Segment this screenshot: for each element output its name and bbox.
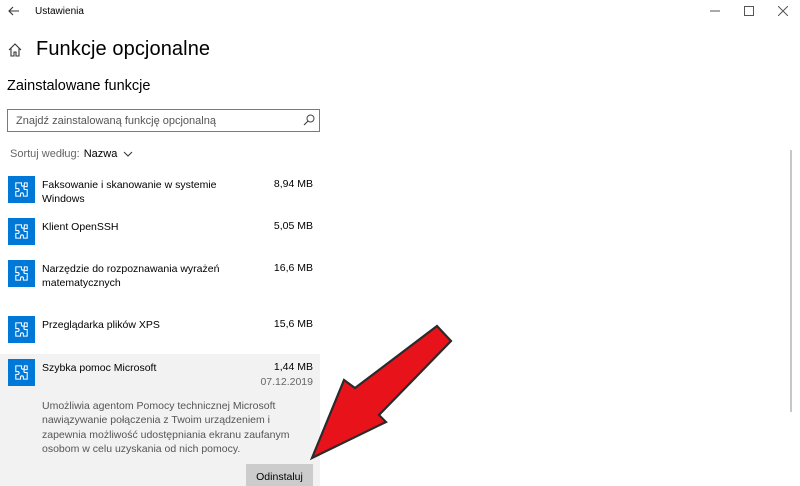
feature-size: 5,05 MB (273, 220, 313, 232)
section-title: Zainstalowane funkcje (7, 78, 151, 94)
feature-name: Przeglądarka plików XPS (42, 319, 160, 331)
feature-name: Szybka pomoc Microsoft (42, 362, 157, 374)
search-input[interactable] (8, 110, 298, 131)
maximize-button[interactable] (732, 0, 766, 22)
minimize-button[interactable] (698, 0, 732, 22)
sort-dropdown[interactable]: Sortuj według: Nazwa (10, 148, 133, 160)
puzzle-piece-icon (8, 316, 35, 343)
close-icon (778, 6, 788, 16)
feature-name: Narzędzie do rozpoznawania wyrażeń matem… (42, 263, 220, 289)
puzzle-piece-icon (8, 260, 35, 287)
page-title: Funkcje opcjonalne (36, 38, 211, 60)
search-box (7, 109, 320, 132)
search-icon[interactable] (303, 114, 315, 126)
feature-size: 8,94 MB (273, 178, 313, 190)
window-controls (698, 0, 800, 24)
page-header: Funkcje opcjonalne (7, 38, 210, 61)
chevron-down-icon[interactable] (123, 149, 133, 159)
feature-item-quick-assist[interactable]: Szybka pomoc Microsoft 1,44 MB 07.12.201… (0, 354, 320, 486)
feature-size: 15,6 MB (273, 318, 313, 330)
puzzle-piece-icon (8, 218, 35, 245)
close-button[interactable] (766, 0, 800, 22)
feature-size: 16,6 MB (273, 262, 313, 274)
feature-item-fax-scan[interactable]: Faksowanie i skanowanie w systemie Windo… (0, 171, 320, 213)
feature-item-openssh[interactable]: Klient OpenSSH 5,05 MB (0, 213, 320, 255)
puzzle-piece-icon (8, 176, 35, 203)
home-icon[interactable] (7, 42, 23, 58)
minimize-icon (710, 10, 720, 12)
window-title: Ustawienia (35, 6, 84, 17)
feature-item-math-recognizer[interactable]: Narzędzie do rozpoznawania wyrażeń matem… (0, 255, 320, 311)
back-arrow-icon[interactable] (7, 4, 21, 18)
feature-list: Faksowanie i skanowanie w systemie Windo… (0, 171, 320, 486)
puzzle-piece-icon (8, 359, 35, 386)
feature-size: 1,44 MB (273, 361, 313, 373)
feature-name: Klient OpenSSH (42, 221, 119, 233)
sort-value[interactable]: Nazwa (84, 148, 118, 160)
feature-install-date: 07.12.2019 (260, 376, 313, 388)
title-bar: Ustawienia (0, 0, 800, 24)
maximize-icon (744, 6, 754, 16)
sort-label: Sortuj według: (10, 148, 80, 160)
feature-name: Faksowanie i skanowanie w systemie Windo… (42, 179, 217, 205)
feature-description: Umożliwia agentom Pomocy technicznej Mic… (42, 400, 290, 455)
scrollbar[interactable] (790, 150, 792, 412)
uninstall-button[interactable]: Odinstaluj (246, 464, 313, 486)
feature-item-xps-viewer[interactable]: Przeglądarka plików XPS 15,6 MB (0, 311, 320, 354)
